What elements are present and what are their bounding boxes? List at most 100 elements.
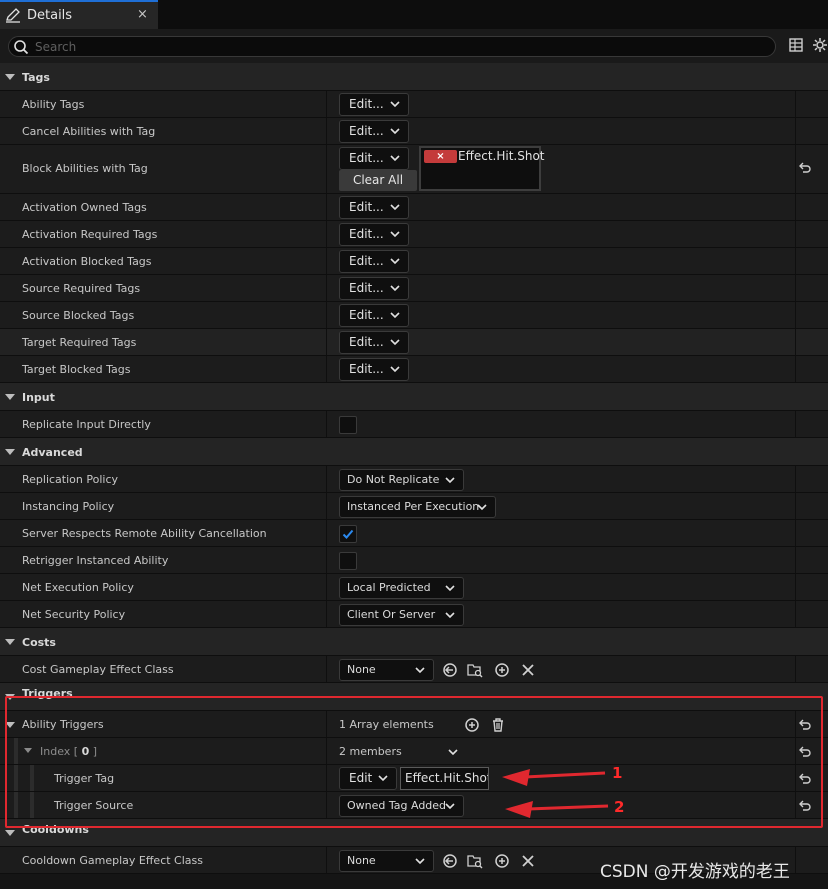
- clear-all-button[interactable]: Clear All: [339, 170, 417, 191]
- gear-icon[interactable]: [812, 37, 828, 53]
- reset-arrow-icon[interactable]: [798, 772, 812, 786]
- edit-tags-button[interactable]: Edit...: [339, 223, 409, 246]
- search-box[interactable]: [8, 36, 776, 57]
- chevron-down-icon: [390, 204, 400, 211]
- clear-icon[interactable]: [520, 853, 536, 869]
- chevron-down-icon[interactable]: [447, 746, 459, 758]
- button-label: Edit...: [349, 281, 384, 295]
- category-label: Input: [22, 391, 55, 404]
- tab-bar: Details ×: [0, 0, 828, 29]
- cooldown-effect-select[interactable]: None: [339, 850, 434, 872]
- trash-icon[interactable]: [490, 717, 506, 733]
- table-view-icon[interactable]: [788, 37, 804, 53]
- chevron-down-icon: [5, 722, 15, 728]
- reset-arrow-icon[interactable]: [798, 745, 812, 759]
- chevron-down-icon: [5, 74, 15, 80]
- chevron-down-icon: [415, 667, 425, 674]
- property-label: Activation Required Tags: [22, 228, 158, 241]
- button-label: Edit...: [349, 335, 384, 349]
- trigger-source-select[interactable]: Owned Tag Added: [339, 795, 464, 817]
- category-tags[interactable]: Tags: [0, 63, 828, 91]
- replication-policy-select[interactable]: Do Not Replicate: [339, 469, 464, 491]
- property-label: Ability Tags: [22, 98, 85, 111]
- search-row: [0, 29, 828, 63]
- reset-arrow-icon[interactable]: [798, 718, 812, 732]
- chevron-down-icon: [5, 394, 15, 400]
- replicate-input-checkbox[interactable]: [339, 416, 357, 434]
- reset-arrow-icon[interactable]: [798, 161, 812, 175]
- add-icon[interactable]: [494, 662, 510, 678]
- category-label: Cooldowns: [22, 823, 89, 836]
- edit-tags-button[interactable]: Edit...: [339, 250, 409, 273]
- chevron-down-icon: [5, 830, 15, 836]
- edit-tags-button[interactable]: Edit...: [339, 277, 409, 300]
- button-label: Edit...: [349, 124, 384, 138]
- use-selected-icon[interactable]: [442, 662, 458, 678]
- array-index-label: Index [ 0 ]: [40, 745, 98, 758]
- add-icon[interactable]: [494, 853, 510, 869]
- net-execution-select[interactable]: Local Predicted: [339, 577, 464, 599]
- property-label: Cooldown Gameplay Effect Class: [22, 854, 204, 867]
- property-label: Cancel Abilities with Tag: [22, 125, 156, 138]
- edit-tags-button[interactable]: Edit...: [339, 147, 409, 170]
- chevron-down-icon: [445, 477, 455, 484]
- category-advanced[interactable]: Advanced: [0, 438, 828, 466]
- button-label: Edit...: [349, 308, 384, 322]
- close-icon[interactable]: ×: [137, 7, 148, 22]
- members-count: 2 members: [339, 745, 402, 758]
- category-cooldowns[interactable]: Cooldowns: [0, 819, 828, 847]
- use-selected-icon[interactable]: [442, 853, 458, 869]
- reset-arrow-icon[interactable]: [798, 799, 812, 813]
- category-costs[interactable]: Costs: [0, 628, 828, 656]
- edit-tags-button[interactable]: Edit...: [339, 358, 409, 381]
- button-label: Edit...: [349, 97, 384, 111]
- chevron-down-icon: [5, 449, 15, 455]
- chevron-down-icon: [390, 312, 400, 319]
- property-ability-tags: Ability Tags Edit...: [0, 91, 828, 118]
- property-net-execution: Net Execution Policy Local Predicted: [0, 574, 828, 601]
- property-label: Source Required Tags: [22, 282, 141, 295]
- edit-tags-button[interactable]: Edit...: [339, 120, 409, 143]
- property-label: Net Security Policy: [22, 608, 126, 621]
- chevron-down-icon: [390, 285, 400, 292]
- chevron-down-icon: [390, 339, 400, 346]
- add-icon[interactable]: [464, 717, 480, 733]
- edit-tag-button[interactable]: Edit: [339, 767, 397, 790]
- chevron-down-icon: [445, 585, 455, 592]
- server-respects-checkbox[interactable]: [339, 525, 357, 543]
- tab-details[interactable]: Details ×: [0, 0, 158, 29]
- property-retrigger: Retrigger Instanced Ability: [0, 547, 828, 574]
- remove-tag-icon[interactable]: ×: [424, 150, 457, 163]
- property-trigger-tag: Trigger Tag Edit Effect.Hit.Shot: [0, 765, 828, 792]
- property-label: Ability Triggers: [22, 718, 104, 731]
- edit-tags-button[interactable]: Edit...: [339, 304, 409, 327]
- net-security-select[interactable]: Client Or Server: [339, 604, 464, 626]
- annotation-number-1: 1: [612, 764, 623, 782]
- retrigger-checkbox[interactable]: [339, 552, 357, 570]
- property-label: Activation Blocked Tags: [22, 255, 152, 268]
- category-label: Triggers: [22, 687, 73, 700]
- edit-tags-button[interactable]: Edit...: [339, 93, 409, 116]
- chevron-down-icon: [24, 748, 32, 753]
- clear-icon[interactable]: [520, 662, 536, 678]
- category-triggers[interactable]: Triggers: [0, 683, 828, 711]
- browse-icon[interactable]: [467, 662, 483, 678]
- select-value: None: [347, 663, 376, 676]
- category-input[interactable]: Input: [0, 383, 828, 411]
- chevron-down-icon: [415, 858, 425, 865]
- edit-tags-button[interactable]: Edit...: [339, 196, 409, 219]
- search-input[interactable]: [35, 38, 735, 55]
- select-value: Client Or Server: [347, 608, 436, 621]
- select-value: None: [347, 854, 376, 867]
- cost-effect-select[interactable]: None: [339, 659, 434, 681]
- property-target-required: Target Required Tags Edit...: [0, 329, 828, 356]
- instancing-policy-select[interactable]: Instanced Per Execution: [339, 496, 496, 518]
- browse-icon[interactable]: [467, 853, 483, 869]
- edit-tags-button[interactable]: Edit...: [339, 331, 409, 354]
- chevron-down-icon: [390, 101, 400, 108]
- button-label: Edit...: [349, 151, 384, 165]
- property-label: Server Respects Remote Ability Cancellat…: [22, 527, 267, 540]
- property-cancel-abilities: Cancel Abilities with Tag Edit...: [0, 118, 828, 145]
- property-index-0: Index [ 0 ] 2 members: [0, 738, 828, 765]
- button-label: Edit...: [349, 362, 384, 376]
